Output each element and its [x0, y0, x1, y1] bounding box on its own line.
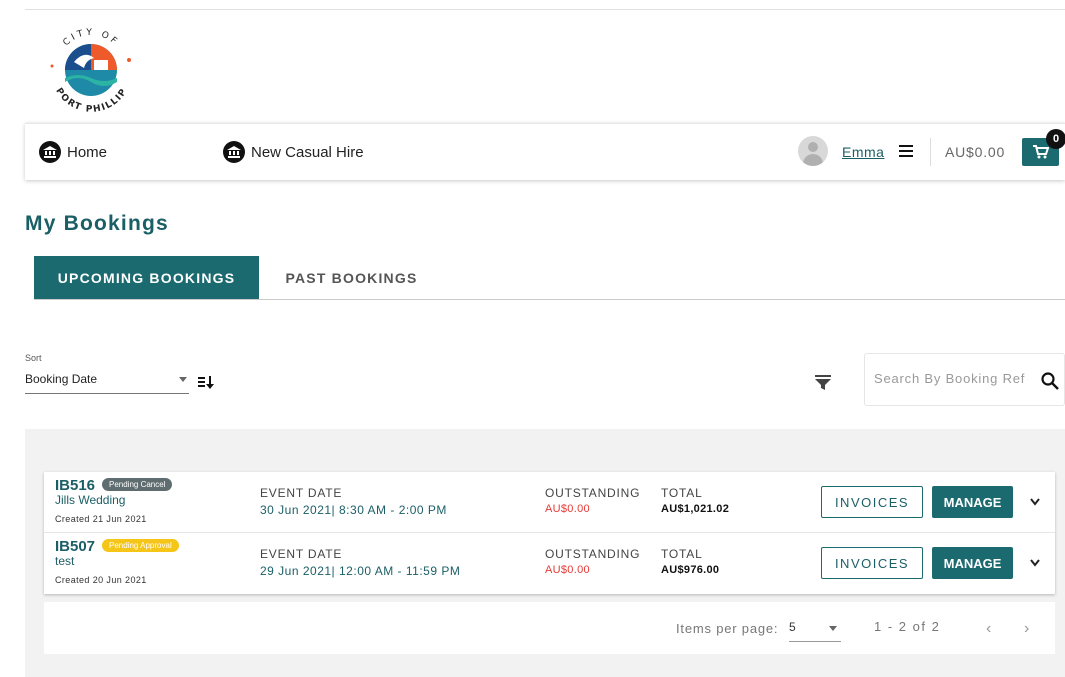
- manage-button[interactable]: MANAGE: [932, 547, 1013, 579]
- menu-icon[interactable]: [899, 145, 913, 157]
- cart-count-badge: 0: [1046, 129, 1065, 149]
- booking-ref[interactable]: IB507: [55, 538, 95, 555]
- items-per-page-value: 5: [789, 620, 796, 634]
- total-amount: AU$976.00: [661, 564, 720, 576]
- chevron-down-icon[interactable]: [1030, 498, 1040, 506]
- cart-icon: [1032, 145, 1049, 159]
- nav-new-hire-label: New Casual Hire: [251, 143, 364, 161]
- sort-label: Sort: [25, 353, 42, 363]
- sort-direction-icon[interactable]: [198, 374, 216, 390]
- avatar[interactable]: [798, 136, 828, 166]
- items-per-page-label: Items per page:: [676, 621, 779, 636]
- event-date-label: EVENT DATE: [260, 486, 343, 500]
- header-divider: [25, 9, 1065, 10]
- bookings-panel: IB516 Pending Cancel Jills Wedding Creat…: [25, 429, 1065, 677]
- outstanding-label: OUTSTANDING: [545, 547, 641, 561]
- booking-ref[interactable]: IB516: [55, 477, 95, 494]
- total-label: TOTAL: [661, 547, 703, 561]
- chevron-left-icon[interactable]: ‹: [986, 620, 991, 638]
- status-badge: Pending Approval: [102, 539, 179, 552]
- chevron-right-icon[interactable]: ›: [1024, 620, 1029, 638]
- search-icon[interactable]: [1041, 372, 1059, 390]
- total-amount: AU$1,021.02: [661, 503, 730, 515]
- bank-icon: [223, 141, 245, 163]
- nav-divider: [930, 138, 931, 166]
- nav-new-casual-hire[interactable]: New Casual Hire: [223, 141, 364, 163]
- booking-tabs: UPCOMING BOOKINGS PAST BOOKINGS: [34, 256, 1065, 300]
- tab-past-bookings[interactable]: PAST BOOKINGS: [259, 256, 444, 299]
- status-badge: Pending Cancel: [102, 478, 173, 491]
- paginator: Items per page: 5 1 - 2 of 2 ‹ ›: [44, 602, 1055, 654]
- dropdown-arrow-icon: [179, 377, 187, 382]
- search-input[interactable]: [874, 371, 1034, 386]
- manage-button[interactable]: MANAGE: [932, 486, 1013, 518]
- sort-select[interactable]: Booking Date: [25, 372, 189, 394]
- booking-row: IB507 Pending Approval test Created 20 J…: [44, 532, 1055, 592]
- bookings-list: IB516 Pending Cancel Jills Wedding Creat…: [44, 472, 1055, 594]
- created-date: Created 21 Jun 2021: [55, 514, 147, 524]
- outstanding-amount: AU$0.00: [545, 564, 590, 576]
- bank-icon: [39, 141, 61, 163]
- outstanding-label: OUTSTANDING: [545, 486, 641, 500]
- booking-row: IB516 Pending Cancel Jills Wedding Creat…: [44, 472, 1055, 532]
- dropdown-arrow-icon: [829, 626, 837, 631]
- filter-icon[interactable]: [815, 375, 831, 390]
- username-link[interactable]: Emma: [842, 144, 884, 160]
- event-date: 29 Jun 2021| 12:00 AM - 11:59 PM: [260, 564, 461, 578]
- nav-home-label: Home: [67, 143, 108, 161]
- chevron-down-icon[interactable]: [1030, 559, 1040, 567]
- top-navbar: Home New Casual Hire Emma AU$0.00 0: [25, 123, 1065, 180]
- sort-select-value: Booking Date: [25, 372, 98, 386]
- tab-upcoming-bookings[interactable]: UPCOMING BOOKINGS: [34, 256, 259, 299]
- created-date: Created 20 Jun 2021: [55, 575, 147, 585]
- city-logo-icon[interactable]: CITY OF PORT PHILLIP: [44, 22, 139, 120]
- event-date-label: EVENT DATE: [260, 547, 343, 561]
- outstanding-amount: AU$0.00: [545, 503, 590, 515]
- page-title: My Bookings: [25, 212, 169, 235]
- page-range: 1 - 2 of 2: [874, 619, 941, 634]
- cart-amount: AU$0.00: [945, 144, 1006, 160]
- nav-home[interactable]: Home: [39, 141, 107, 163]
- items-per-page-select[interactable]: 5: [789, 620, 841, 642]
- event-name: Jills Wedding: [55, 493, 126, 507]
- event-date: 30 Jun 2021| 8:30 AM - 2:00 PM: [260, 503, 447, 517]
- total-label: TOTAL: [661, 486, 703, 500]
- event-name: test: [55, 554, 75, 568]
- invoices-button[interactable]: INVOICES: [821, 547, 923, 579]
- invoices-button[interactable]: INVOICES: [821, 486, 923, 518]
- search-box: [864, 353, 1065, 406]
